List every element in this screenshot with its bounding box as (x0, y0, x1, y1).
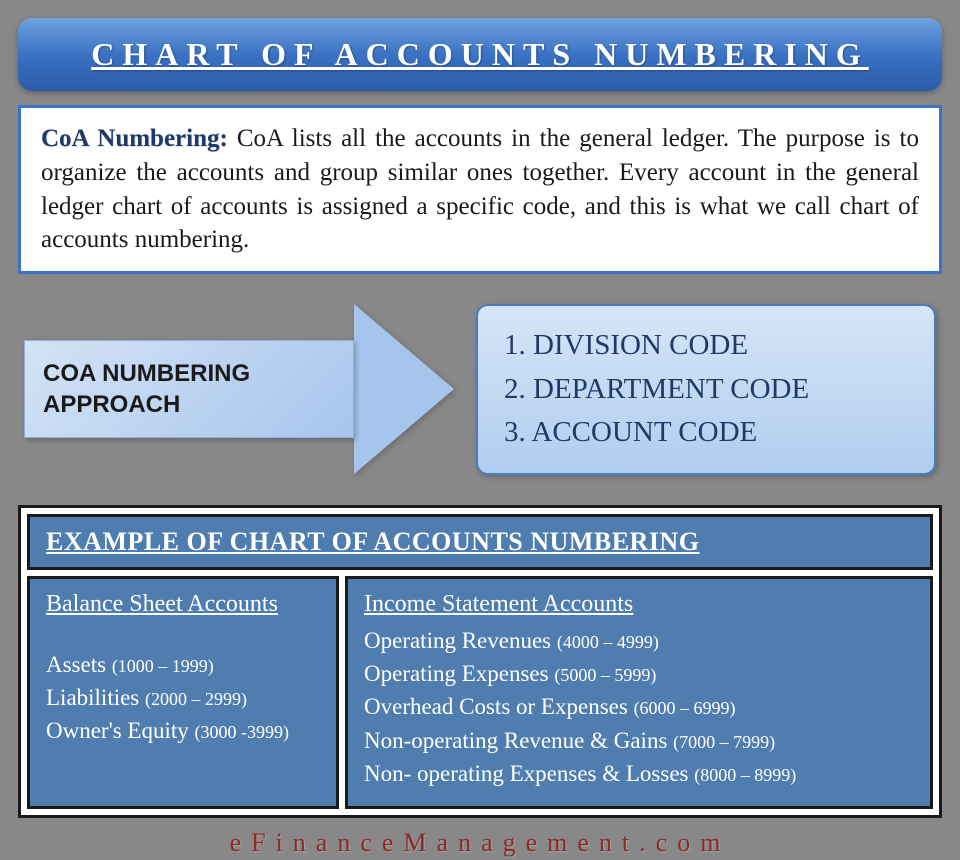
account-range: (6000 – 6999) (634, 698, 736, 718)
income-statement-column: Income Statement Accounts Operating Reve… (345, 576, 933, 810)
income-statement-title: Income Statement Accounts (364, 591, 914, 618)
example-header: EXAMPLE OF CHART OF ACCOUNTS NUMBERING (27, 514, 933, 570)
account-name: Non- operating Expenses & Losses (364, 761, 689, 786)
account-range: (4000 – 4999) (557, 632, 659, 652)
arrow-head-icon (354, 304, 454, 474)
example-columns: Balance Sheet Accounts Assets (1000 – 19… (27, 576, 933, 810)
code-item: 2. DEPARTMENT CODE (504, 368, 908, 412)
account-line: Liabilities (2000 – 2999) (46, 681, 320, 714)
account-line: Assets (1000 – 1999) (46, 648, 320, 681)
page-title: CHART OF ACCOUNTS NUMBERING (91, 36, 869, 72)
account-range: (2000 – 2999) (145, 689, 247, 709)
account-name: Overhead Costs or Expenses (364, 694, 628, 719)
account-name: Non-operating Revenue & Gains (364, 728, 667, 753)
definition-box: CoA Numbering: CoA lists all the account… (18, 105, 942, 274)
account-line: Non- operating Expenses & Losses (8000 –… (364, 757, 914, 790)
definition-text: CoA Numbering: CoA lists all the account… (41, 122, 919, 257)
title-bar: CHART OF ACCOUNTS NUMBERING (18, 18, 942, 91)
arrow-body: COA NUMBERING APPROACH (24, 340, 354, 438)
account-range: (5000 – 5999) (554, 665, 656, 685)
account-name: Assets (46, 652, 106, 677)
codes-box: 1. DIVISION CODE 2. DEPARTMENT CODE 3. A… (476, 304, 936, 475)
approach-arrow: COA NUMBERING APPROACH (24, 304, 464, 474)
definition-label: CoA Numbering: (41, 125, 228, 152)
approach-label: COA NUMBERING APPROACH (43, 358, 250, 420)
account-range: (7000 – 7999) (673, 732, 775, 752)
balance-sheet-title: Balance Sheet Accounts (46, 591, 320, 618)
account-line: Operating Revenues (4000 – 4999) (364, 624, 914, 657)
approach-label-line1: COA NUMBERING (43, 360, 250, 387)
account-range: (1000 – 1999) (112, 656, 214, 676)
account-name: Owner's Equity (46, 718, 189, 743)
account-line: Operating Expenses (5000 – 5999) (364, 657, 914, 690)
balance-sheet-column: Balance Sheet Accounts Assets (1000 – 19… (27, 576, 339, 810)
account-line: Non-operating Revenue & Gains (7000 – 79… (364, 724, 914, 757)
account-name: Operating Expenses (364, 661, 549, 686)
account-line: Owner's Equity (3000 -3999) (46, 714, 320, 747)
account-name: Liabilities (46, 685, 139, 710)
example-header-text: EXAMPLE OF CHART OF ACCOUNTS NUMBERING (46, 527, 699, 556)
account-name: Operating Revenues (364, 628, 551, 653)
account-line: Overhead Costs or Expenses (6000 – 6999) (364, 690, 914, 723)
codes-list: 1. DIVISION CODE 2. DEPARTMENT CODE 3. A… (504, 324, 908, 455)
footer-brand: eFinanceManagement.com (18, 828, 942, 858)
code-item: 3. ACCOUNT CODE (504, 411, 908, 455)
approach-label-line2: APPROACH (43, 391, 180, 418)
account-range: (3000 -3999) (195, 722, 289, 742)
example-frame: EXAMPLE OF CHART OF ACCOUNTS NUMBERING B… (18, 505, 942, 819)
code-item: 1. DIVISION CODE (504, 324, 908, 368)
account-range: (8000 – 8999) (694, 765, 796, 785)
approach-row: COA NUMBERING APPROACH 1. DIVISION CODE … (18, 304, 942, 475)
